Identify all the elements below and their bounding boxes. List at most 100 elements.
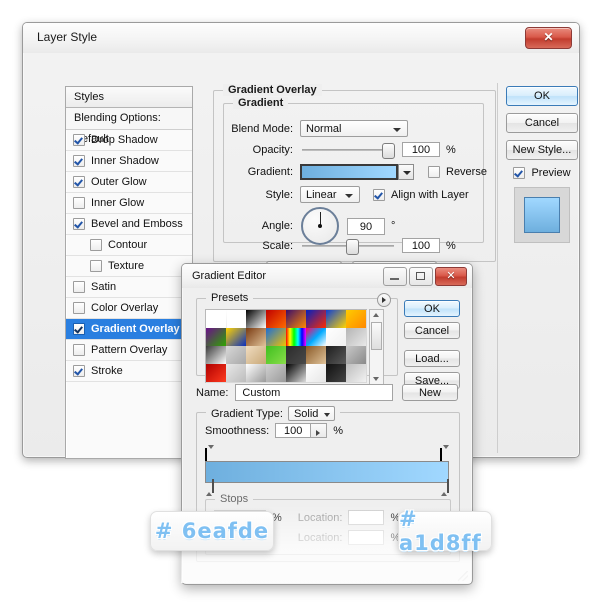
- preset-swatch[interactable]: [226, 346, 247, 365]
- gradient-preview-swatch[interactable]: [300, 164, 398, 180]
- presets-scrollbar[interactable]: [369, 309, 384, 385]
- scale-slider[interactable]: [302, 238, 394, 255]
- preset-swatch[interactable]: [286, 364, 307, 383]
- location-input-2[interactable]: [348, 530, 385, 545]
- name-input[interactable]: Custom: [235, 384, 393, 401]
- cancel-button[interactable]: Cancel: [506, 113, 578, 133]
- preset-swatch[interactable]: [266, 346, 287, 365]
- gradient-type-select[interactable]: Solid: [287, 406, 336, 421]
- resize-grip-icon[interactable]: [458, 571, 468, 581]
- preset-swatch[interactable]: [206, 310, 227, 329]
- gradient-strip[interactable]: [205, 461, 449, 483]
- preset-swatch[interactable]: [346, 364, 367, 383]
- preset-swatch[interactable]: [206, 364, 227, 383]
- checkbox[interactable]: [73, 323, 85, 335]
- styles-item-pattern-overlay[interactable]: Pattern Overlay: [66, 340, 192, 361]
- scale-slider-knob[interactable]: [346, 238, 359, 255]
- checkbox[interactable]: [90, 260, 102, 272]
- preset-swatch[interactable]: [346, 346, 367, 365]
- preset-swatch[interactable]: [246, 346, 267, 365]
- smoothness-input[interactable]: 100: [275, 423, 312, 438]
- styles-item-stroke[interactable]: Stroke: [66, 361, 192, 382]
- style-select[interactable]: Linear: [300, 186, 360, 203]
- checkbox[interactable]: [73, 218, 85, 230]
- preset-swatch[interactable]: [346, 328, 367, 347]
- preset-swatch[interactable]: [306, 328, 327, 347]
- preview-checkbox[interactable]: [513, 167, 526, 179]
- checkbox[interactable]: [73, 344, 85, 356]
- preset-swatch[interactable]: [306, 364, 327, 383]
- ge-cancel-button[interactable]: Cancel: [404, 322, 460, 339]
- preset-swatch[interactable]: [246, 310, 267, 329]
- ge-new-button[interactable]: New: [402, 384, 458, 401]
- opacity-slider[interactable]: [302, 142, 395, 159]
- checkbox[interactable]: [73, 176, 85, 188]
- preset-swatch[interactable]: [286, 346, 307, 365]
- styles-item-color-overlay[interactable]: Color Overlay: [66, 298, 192, 319]
- scroll-up-icon[interactable]: [373, 313, 379, 317]
- styles-item-contour[interactable]: Contour: [66, 235, 192, 256]
- preset-swatch[interactable]: [286, 310, 307, 329]
- styles-item-inner-glow[interactable]: Inner Glow: [66, 193, 192, 214]
- smoothness-stepper[interactable]: [311, 423, 328, 438]
- maximize-icon[interactable]: [409, 267, 433, 286]
- preset-swatch[interactable]: [206, 346, 227, 365]
- preset-swatch[interactable]: [246, 328, 267, 347]
- preset-swatch[interactable]: [326, 346, 347, 365]
- preset-swatch-grid[interactable]: [205, 309, 367, 383]
- preset-swatch[interactable]: [346, 310, 367, 329]
- styles-item-bevel-and-emboss[interactable]: Bevel and Emboss: [66, 214, 192, 235]
- callout-end-color: # a1d8ff: [398, 507, 492, 555]
- styles-item-texture[interactable]: Texture: [66, 256, 192, 277]
- checkbox[interactable]: [73, 134, 85, 146]
- minimize-icon[interactable]: [383, 267, 407, 286]
- checkbox[interactable]: [90, 239, 102, 251]
- styles-item-gradient-overlay[interactable]: Gradient Overlay: [66, 319, 192, 340]
- checkbox[interactable]: [73, 302, 85, 314]
- opacity-input[interactable]: 100: [402, 142, 440, 157]
- scale-input[interactable]: 100: [402, 238, 440, 253]
- blending-options-row[interactable]: Blending Options: Default: [66, 108, 192, 145]
- checkbox[interactable]: [73, 197, 85, 209]
- preset-swatch[interactable]: [226, 310, 247, 329]
- preset-swatch[interactable]: [306, 346, 327, 365]
- styles-item-inner-shadow[interactable]: Inner Shadow: [66, 151, 192, 172]
- scrollbar-thumb[interactable]: [371, 322, 382, 350]
- scroll-down-icon[interactable]: [373, 377, 379, 381]
- ok-button[interactable]: OK: [506, 86, 578, 106]
- opacity-stop-right[interactable]: [440, 445, 449, 462]
- ge-load-button[interactable]: Load...: [404, 350, 460, 367]
- styles-item-satin[interactable]: Satin: [66, 277, 192, 298]
- new-style-button[interactable]: New Style...: [506, 140, 578, 160]
- checkbox[interactable]: [73, 155, 85, 167]
- preset-swatch[interactable]: [266, 328, 287, 347]
- color-stop-right[interactable]: [440, 479, 449, 496]
- align-with-layer-checkbox[interactable]: [373, 188, 385, 201]
- preset-swatch[interactable]: [206, 328, 227, 347]
- preset-swatch[interactable]: [226, 364, 247, 383]
- location-input-1[interactable]: [348, 510, 385, 525]
- opacity-stop-left[interactable]: [205, 445, 214, 462]
- ge-ok-button[interactable]: OK: [404, 300, 460, 317]
- preset-swatch[interactable]: [246, 364, 267, 383]
- gradient-picker-button[interactable]: [398, 164, 414, 180]
- blend-mode-select[interactable]: Normal: [300, 120, 408, 137]
- preset-swatch[interactable]: [306, 310, 327, 329]
- close-button[interactable]: ✕: [525, 27, 572, 49]
- reverse-checkbox[interactable]: [428, 166, 440, 178]
- preset-swatch[interactable]: [326, 310, 347, 329]
- checkbox[interactable]: [73, 365, 85, 377]
- angle-input[interactable]: 90: [347, 217, 385, 235]
- presets-menu-icon[interactable]: [377, 293, 391, 307]
- preset-swatch[interactable]: [226, 328, 247, 347]
- preset-swatch[interactable]: [286, 328, 307, 347]
- checkbox[interactable]: [73, 281, 85, 293]
- opacity-slider-knob[interactable]: [382, 142, 395, 159]
- preset-swatch[interactable]: [266, 310, 287, 329]
- preset-swatch[interactable]: [266, 364, 287, 383]
- styles-item-outer-glow[interactable]: Outer Glow: [66, 172, 192, 193]
- close-button[interactable]: ✕: [435, 267, 467, 286]
- preset-swatch[interactable]: [326, 364, 347, 383]
- color-stop-left[interactable]: [205, 479, 214, 496]
- preset-swatch[interactable]: [326, 328, 347, 347]
